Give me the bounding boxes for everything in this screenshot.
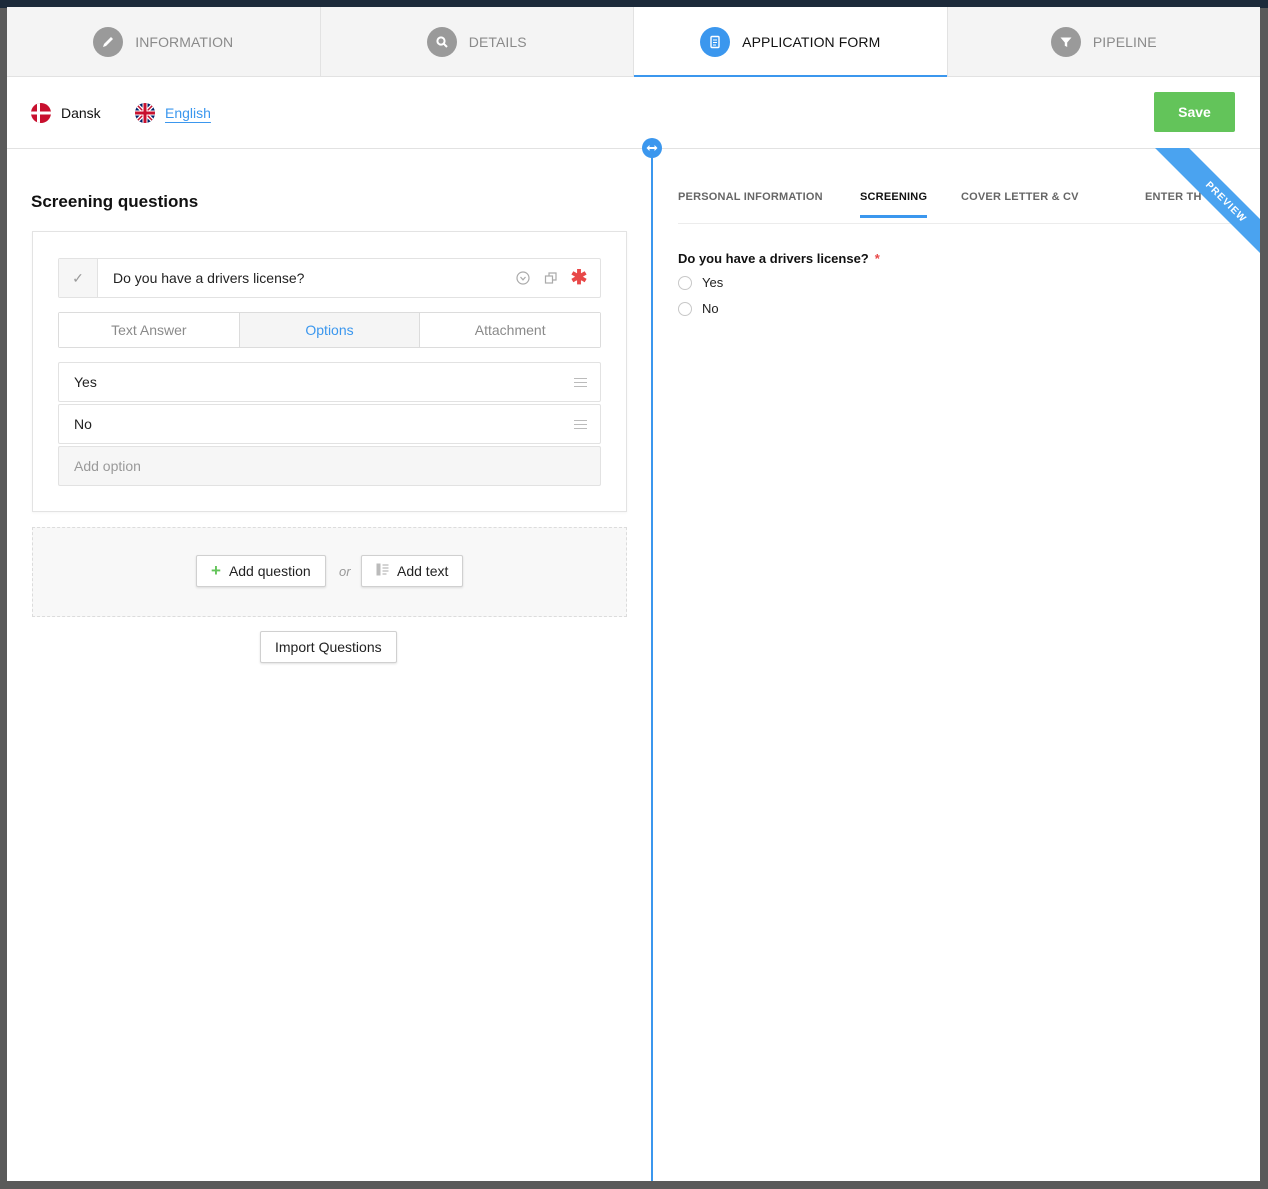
funnel-icon — [1050, 26, 1081, 57]
tab-information[interactable]: INFORMATION — [7, 7, 321, 76]
tab-details-label: DETAILS — [468, 33, 527, 50]
language-bar: Dansk English Save — [7, 77, 1260, 149]
duplicate-icon[interactable] — [544, 271, 558, 285]
save-button[interactable]: Save — [1154, 92, 1235, 132]
question-row: ✓ Do you have a drivers license? ✱ — [58, 258, 601, 298]
add-text-button[interactable]: Add text — [361, 555, 464, 587]
option-text[interactable]: Yes — [59, 374, 574, 390]
language-dansk[interactable]: Dansk — [31, 103, 101, 123]
preview-tab-cover-letter-cv[interactable]: COVER LETTER & CV — [961, 191, 1079, 203]
tab-details[interactable]: DETAILS — [321, 7, 634, 76]
drag-handle-icon[interactable] — [574, 419, 587, 429]
tab-application-form-label: APPLICATION FORM — [742, 33, 881, 50]
preview-tabs: PERSONAL INFORMATION SCREENING COVER LET… — [678, 148, 1260, 224]
language-dansk-label: Dansk — [61, 105, 101, 121]
language-english-label: English — [165, 105, 211, 121]
preview-radio-no[interactable]: No — [678, 301, 719, 316]
plus-icon: + — [211, 561, 221, 580]
option-row: Yes — [58, 362, 601, 402]
step-tabs: INFORMATION DETAILS APPLICATION FORM PIP… — [7, 7, 1260, 77]
preview-radio-label: No — [702, 301, 719, 316]
or-separator: or — [339, 564, 351, 579]
split-divider[interactable] — [651, 148, 653, 1181]
add-text-label: Add text — [397, 563, 449, 579]
language-english[interactable]: English — [135, 103, 211, 123]
add-option-field — [58, 446, 601, 486]
job-editor-modal: INFORMATION DETAILS APPLICATION FORM PIP… — [7, 7, 1260, 1181]
answer-type-selector: Text Answer Options Attachment — [58, 312, 601, 348]
uk-flag-icon — [135, 103, 155, 123]
add-option-input[interactable] — [59, 447, 600, 485]
preview-question-text: Do you have a drivers license? — [678, 251, 869, 266]
answer-type-attachment[interactable]: Attachment — [420, 313, 601, 347]
checkmark-icon[interactable]: ✓ — [59, 259, 98, 297]
preview-tab-enter[interactable]: ENTER TH — [1145, 191, 1202, 203]
radio-circle-icon[interactable] — [678, 275, 692, 290]
answer-type-text[interactable]: Text Answer — [59, 313, 240, 347]
form-icon — [700, 26, 731, 57]
preview-tab-personal-information[interactable]: PERSONAL INFORMATION — [678, 191, 823, 203]
tab-pipeline-label: PIPELINE — [1092, 33, 1157, 50]
preview-radio-label: Yes — [702, 275, 724, 290]
pencil-icon — [93, 26, 124, 57]
collapse-icon[interactable] — [516, 271, 530, 285]
add-question-label: Add question — [228, 563, 311, 579]
add-question-zone: + Add question or Add text — [32, 527, 627, 617]
drag-handle-icon[interactable] — [574, 377, 587, 387]
question-card: ✓ Do you have a drivers license? ✱ Text … — [32, 231, 627, 512]
tab-pipeline[interactable]: PIPELINE — [948, 7, 1261, 76]
text-block-icon — [376, 563, 389, 579]
denmark-flag-icon — [31, 103, 51, 123]
import-questions-button[interactable]: Import Questions — [260, 631, 397, 663]
preview-tab-screening[interactable]: SCREENING — [860, 191, 928, 218]
resize-handle-icon[interactable] — [642, 138, 662, 158]
screening-questions-title: Screening questions — [31, 192, 199, 211]
tab-application-form[interactable]: APPLICATION FORM — [634, 7, 948, 77]
option-row: No — [58, 404, 601, 444]
import-questions-label: Import Questions — [275, 639, 382, 655]
radio-circle-icon[interactable] — [678, 301, 692, 316]
answer-type-options[interactable]: Options — [239, 313, 421, 347]
preview-radio-yes[interactable]: Yes — [678, 275, 723, 290]
preview-question: Do you have a drivers license? * — [678, 251, 880, 266]
search-icon — [426, 26, 457, 57]
tab-information-label: INFORMATION — [135, 33, 234, 50]
option-text[interactable]: No — [59, 416, 574, 432]
question-text[interactable]: Do you have a drivers license? — [98, 270, 516, 286]
add-question-button[interactable]: + Add question — [196, 555, 326, 587]
required-asterisk-icon[interactable]: ✱ — [571, 268, 588, 288]
required-marker: * — [874, 251, 880, 266]
